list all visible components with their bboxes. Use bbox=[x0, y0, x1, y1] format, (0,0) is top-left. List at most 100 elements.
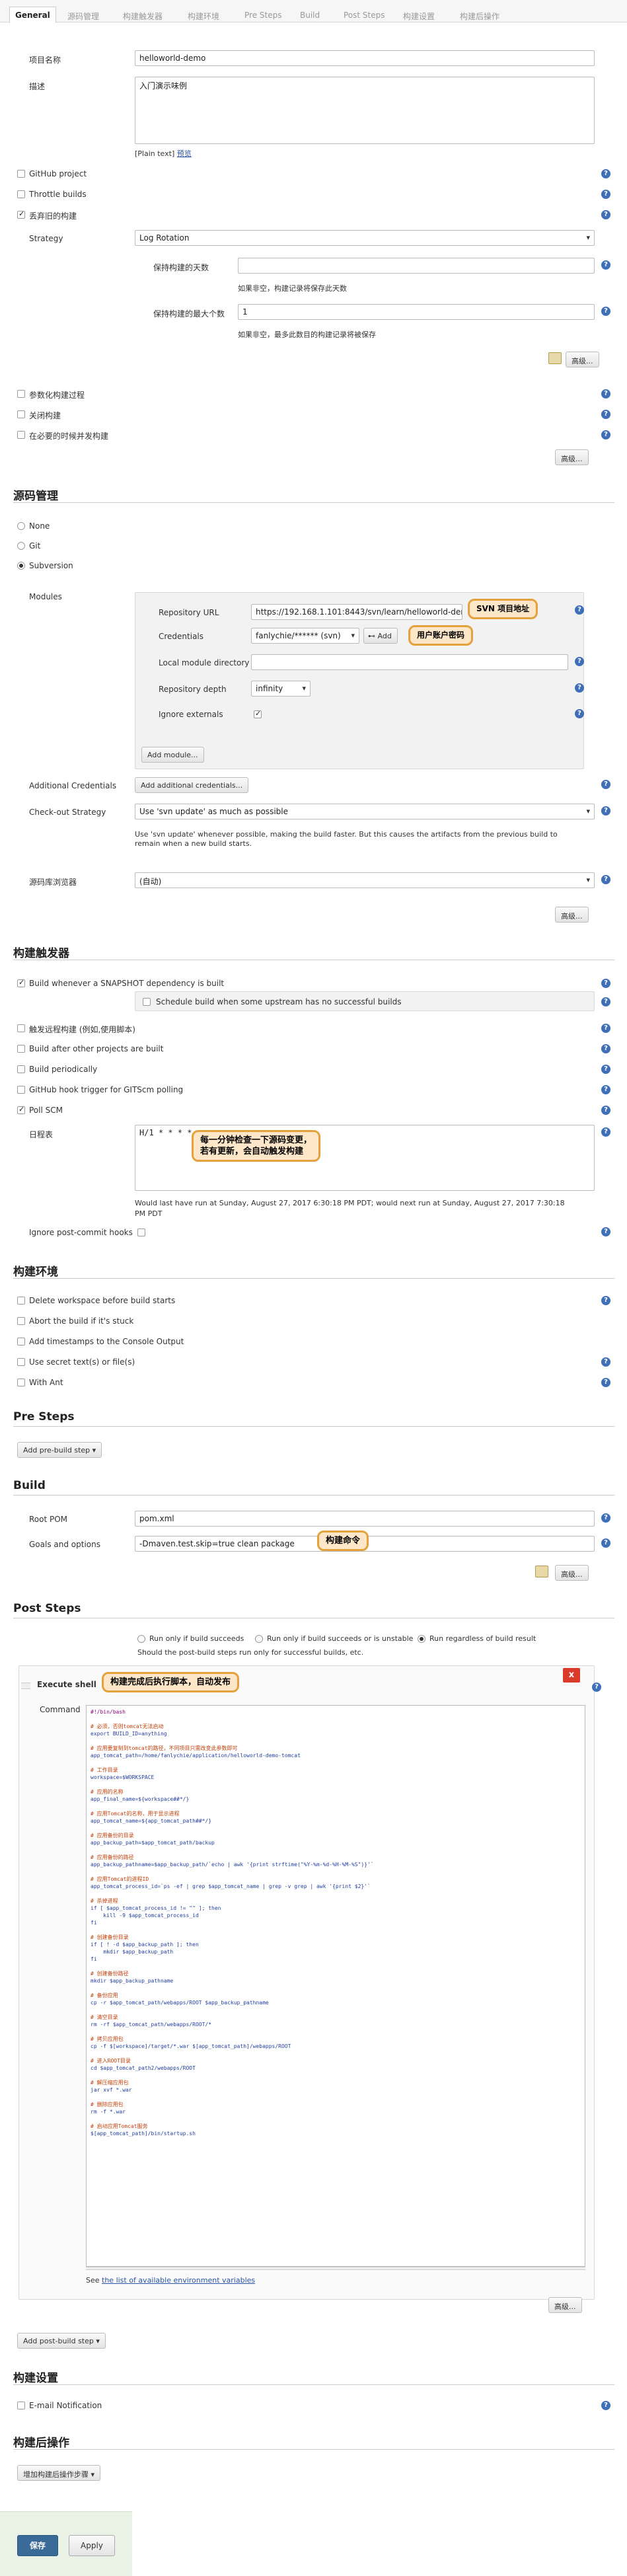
add-pre-build-step-button[interactable]: Add pre-build step ▾ bbox=[17, 1442, 102, 1458]
tab-build[interactable]: Build bbox=[295, 7, 325, 22]
delete-workspace-checkbox[interactable] bbox=[17, 1297, 25, 1305]
tab-post-build[interactable]: 构建后操作 bbox=[455, 7, 505, 22]
help-icon[interactable]: ? bbox=[601, 1378, 610, 1387]
add-additional-credentials-button[interactable]: Add additional credentials... bbox=[135, 777, 249, 793]
help-icon[interactable]: ? bbox=[601, 1085, 610, 1094]
github-hook-checkbox[interactable] bbox=[17, 1086, 25, 1094]
help-icon[interactable]: ? bbox=[601, 190, 610, 199]
advanced-button[interactable]: 高级... bbox=[555, 449, 589, 465]
description-textarea[interactable]: 入门演示味例 bbox=[135, 77, 595, 144]
preview-link[interactable]: 预览 bbox=[177, 149, 192, 158]
apply-button[interactable]: Apply bbox=[69, 2535, 115, 2556]
advanced-button[interactable]: 高级... bbox=[555, 907, 589, 923]
help-icon[interactable]: ? bbox=[601, 1513, 610, 1523]
delete-step-icon[interactable]: x bbox=[563, 1668, 580, 1683]
parameterized-checkbox[interactable] bbox=[17, 390, 25, 398]
post-run-succeeds-radio[interactable] bbox=[137, 1635, 145, 1643]
help-icon[interactable]: ? bbox=[601, 979, 610, 988]
env-vars-link[interactable]: the list of available environment variab… bbox=[102, 2276, 255, 2285]
secret-text-checkbox[interactable] bbox=[17, 1358, 25, 1366]
help-icon[interactable]: ? bbox=[601, 780, 610, 789]
help-icon[interactable]: ? bbox=[601, 875, 610, 884]
tab-general[interactable]: General bbox=[9, 7, 56, 23]
command-textarea[interactable]: #!/bin/bash # 必须，否则tomcat无法启动 export BUIL… bbox=[86, 1705, 585, 2267]
help-icon[interactable]: ? bbox=[601, 307, 610, 316]
help-icon[interactable]: ? bbox=[601, 1127, 610, 1137]
resize-handle[interactable] bbox=[86, 2267, 585, 2270]
checkout-strategy-select[interactable]: Use 'svn update' as much as possible bbox=[135, 804, 595, 819]
advanced-button[interactable]: 高级... bbox=[566, 352, 599, 367]
remote-trigger-checkbox[interactable] bbox=[17, 1024, 25, 1032]
help-icon[interactable]: ? bbox=[601, 997, 610, 1006]
repo-browser-select[interactable]: (自动) bbox=[135, 872, 595, 888]
post-run-regardless-radio[interactable] bbox=[418, 1635, 425, 1643]
project-name-input[interactable]: helloworld-demo bbox=[135, 50, 595, 66]
credentials-select[interactable]: fanlychie/****** (svn) bbox=[251, 628, 359, 644]
tab-env[interactable]: 构建环境 bbox=[182, 7, 225, 22]
help-icon[interactable]: ? bbox=[601, 1044, 610, 1053]
help-icon[interactable]: ? bbox=[601, 2401, 610, 2410]
help-icon[interactable]: ? bbox=[575, 657, 584, 666]
discard-builds-checkbox[interactable] bbox=[17, 209, 25, 219]
help-icon[interactable]: ? bbox=[601, 410, 610, 419]
help-icon[interactable]: ? bbox=[575, 683, 584, 693]
abort-stuck-checkbox[interactable] bbox=[17, 1317, 25, 1325]
post-run-unstable-radio[interactable] bbox=[255, 1635, 263, 1643]
help-icon[interactable]: ? bbox=[601, 210, 610, 219]
snapshot-trigger-checkbox[interactable] bbox=[17, 978, 25, 987]
help-icon[interactable]: ? bbox=[601, 806, 610, 815]
schedule-upstream-checkbox[interactable] bbox=[143, 998, 151, 1006]
disable-build-checkbox[interactable] bbox=[17, 410, 25, 418]
help-icon[interactable]: ? bbox=[601, 1106, 610, 1115]
help-icon[interactable]: ? bbox=[601, 1296, 610, 1305]
tab-pre-steps[interactable]: Pre Steps bbox=[239, 7, 287, 22]
help-icon[interactable]: ? bbox=[601, 1065, 610, 1074]
help-icon[interactable]: ? bbox=[601, 260, 610, 270]
scm-none-radio[interactable] bbox=[17, 522, 25, 530]
poll-scm-checkbox[interactable] bbox=[17, 1105, 25, 1114]
add-module-button[interactable]: Add module... bbox=[141, 747, 204, 763]
throttle-checkbox[interactable] bbox=[17, 190, 25, 198]
repo-depth-select[interactable]: infinity bbox=[251, 681, 311, 697]
scm-svn-radio[interactable] bbox=[17, 562, 25, 570]
build-after-checkbox[interactable] bbox=[17, 1045, 25, 1053]
root-pom-input[interactable]: pom.xml bbox=[135, 1511, 595, 1527]
max-builds-input[interactable]: 1 bbox=[238, 304, 595, 320]
tab-triggers[interactable]: 构建触发器 bbox=[118, 7, 168, 22]
help-icon[interactable]: ? bbox=[601, 1357, 610, 1367]
caret-down-icon: ▾ bbox=[91, 2470, 95, 2479]
script-line: # 杀掉进程 bbox=[91, 1898, 118, 1904]
help-icon[interactable]: ? bbox=[601, 1227, 610, 1236]
build-periodically-checkbox[interactable] bbox=[17, 1065, 25, 1073]
help-icon[interactable]: ? bbox=[601, 1024, 610, 1033]
repo-url-input[interactable]: https://192.168.1.101:8443/svn/learn/hel… bbox=[251, 604, 462, 620]
ignore-externals-checkbox[interactable] bbox=[254, 709, 262, 718]
add-post-build-action-button[interactable]: 增加构建后操作步骤 ▾ bbox=[17, 2465, 101, 2481]
strategy-select[interactable]: Log Rotation bbox=[135, 230, 595, 246]
tab-post-steps[interactable]: Post Steps bbox=[338, 7, 390, 22]
ignore-hooks-checkbox[interactable] bbox=[137, 1229, 145, 1236]
advanced-button[interactable]: 高级... bbox=[548, 2297, 582, 2313]
scm-git-radio[interactable] bbox=[17, 542, 25, 550]
help-icon[interactable]: ? bbox=[575, 709, 584, 718]
drag-handle-icon[interactable] bbox=[21, 1683, 30, 1689]
email-notification-checkbox[interactable] bbox=[17, 2402, 25, 2409]
concurrent-build-checkbox[interactable] bbox=[17, 431, 25, 439]
with-ant-checkbox[interactable] bbox=[17, 1379, 25, 1386]
help-icon[interactable]: ? bbox=[592, 1683, 601, 1692]
add-credentials-button[interactable]: ⊷ Add bbox=[363, 628, 398, 644]
timestamps-checkbox[interactable] bbox=[17, 1338, 25, 1345]
tab-build-settings[interactable]: 构建设置 bbox=[398, 7, 440, 22]
advanced-button[interactable]: 高级... bbox=[555, 1565, 589, 1581]
days-to-keep-input[interactable] bbox=[238, 258, 595, 274]
local-module-input[interactable] bbox=[251, 654, 568, 670]
help-icon[interactable]: ? bbox=[601, 169, 610, 178]
github-project-checkbox[interactable] bbox=[17, 170, 25, 178]
help-icon[interactable]: ? bbox=[575, 605, 584, 615]
help-icon[interactable]: ? bbox=[601, 1538, 610, 1548]
add-post-build-step-button[interactable]: Add post-build step ▾ bbox=[17, 2333, 106, 2349]
save-button[interactable]: 保存 bbox=[17, 2535, 58, 2556]
tab-scm[interactable]: 源码管理 bbox=[62, 7, 104, 22]
help-icon[interactable]: ? bbox=[601, 430, 610, 439]
help-icon[interactable]: ? bbox=[601, 389, 610, 398]
